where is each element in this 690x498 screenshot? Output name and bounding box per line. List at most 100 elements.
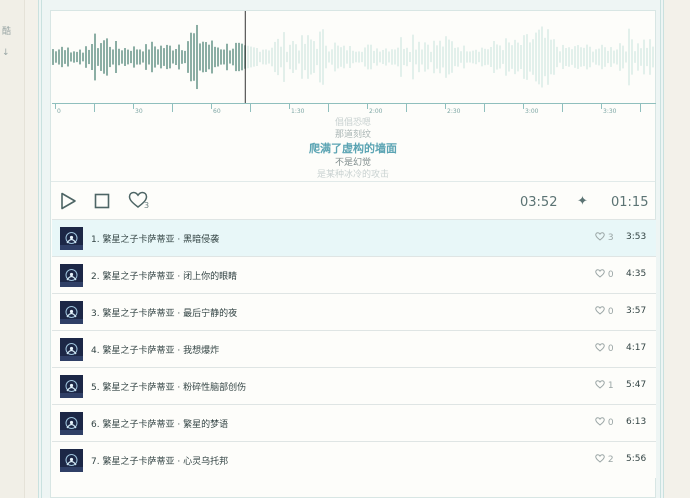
like-button[interactable]: 3 (128, 191, 150, 213)
stop-button[interactable] (93, 192, 111, 214)
track-likes[interactable]: 0 (595, 306, 614, 317)
heart-icon (595, 232, 605, 241)
track-title: 6. 繁星之子卡萨蒂亚 · 繁星的梦语 (91, 417, 228, 430)
sparkle-icon[interactable]: ✦ (577, 194, 588, 209)
ruler-minor-tick (406, 104, 407, 112)
ruler-tick-label: 2:00 (369, 108, 383, 115)
playlist-row[interactable]: 7. 繁星之子卡萨蒂亚 · 心灵乌托邦 2 5:56 (52, 441, 656, 478)
album-art-icon (60, 375, 83, 398)
track-artist: 繁星之子卡萨蒂亚 (102, 457, 175, 467)
track-duration: 4:17 (626, 343, 647, 353)
ruler-tick-label: 1:30 (291, 108, 305, 115)
track-index: 1. (91, 235, 100, 245)
ruler-tick (367, 104, 368, 109)
ruler-minor-tick (640, 104, 641, 112)
track-duration: 3:57 (626, 306, 647, 316)
track-name: 黑暗侵袭 (183, 235, 220, 245)
track-likes[interactable]: 1 (595, 380, 614, 391)
heart-icon (595, 269, 605, 278)
music-player-panel: 0 30 60 1:30 2:00 2:30 3:00 3:30 倡倡恐嗯 那道刻纹 爬满了虚… (50, 10, 656, 498)
track-name: 最后宁静的夜 (183, 309, 238, 319)
album-art-icon (60, 264, 83, 287)
play-button[interactable] (59, 192, 77, 214)
track-like-count: 1 (607, 381, 614, 391)
waveform[interactable] (52, 11, 656, 103)
track-artist: 繁星之子卡萨蒂亚 (102, 420, 175, 430)
ruler-tick (289, 104, 290, 109)
track-index: 3. (91, 309, 100, 319)
like-count: 3 (144, 201, 150, 210)
lyrics-panel: 倡倡恐嗯 那道刻纹 爬满了虚构的墙面 不是幻觉 是某种冰冷的攻击 (51, 117, 655, 181)
track-artist: 繁星之子卡萨蒂亚 (102, 272, 175, 282)
ruler-tick (133, 104, 134, 109)
ruler-tick-label: 3:00 (525, 108, 539, 115)
track-duration: 4:35 (626, 269, 647, 279)
track-name: 繁星的梦语 (183, 420, 229, 430)
playlist-row[interactable]: 5. 繁星之子卡萨蒂亚 · 粉碎性脑部创伤 1 5:47 (52, 367, 656, 404)
playlist-row[interactable]: 4. 繁星之子卡萨蒂亚 · 我想爆炸 0 4:17 (52, 330, 656, 367)
track-separator: · (177, 235, 181, 245)
ruler-tick-label: 60 (213, 108, 221, 115)
ruler-tick-label: 0 (57, 108, 61, 115)
lyric-line-current: 爬满了虚构的墙面 (309, 142, 397, 155)
album-cover (60, 227, 83, 250)
stop-icon (94, 193, 110, 209)
track-name: 闭上你的眼睛 (183, 272, 238, 282)
track-duration: 6:13 (626, 417, 647, 427)
playlist-row[interactable]: 2. 繁星之子卡萨蒂亚 · 闭上你的眼睛 0 4:35 (52, 256, 656, 293)
track-title: 5. 繁星之子卡萨蒂亚 · 粉碎性脑部创伤 (91, 380, 246, 393)
player-controls: 3 03:52 ✦ 01:15 (51, 181, 655, 224)
album-cover (60, 449, 83, 472)
track-likes[interactable]: 2 (595, 454, 614, 465)
playlist-row[interactable]: 3. 繁星之子卡萨蒂亚 · 最后宁静的夜 0 3:57 (52, 293, 656, 330)
track-artist: 繁星之子卡萨蒂亚 (102, 309, 175, 319)
ruler-minor-tick (484, 104, 485, 112)
track-likes[interactable]: 3 (595, 232, 614, 243)
track-separator: · (177, 383, 181, 393)
track-like-count: 0 (607, 344, 614, 354)
ruler-tick-label: 2:30 (447, 108, 461, 115)
heart-icon (595, 417, 605, 426)
heart-icon (595, 380, 605, 389)
track-likes[interactable]: 0 (595, 417, 614, 428)
track-separator: · (177, 309, 181, 319)
track-duration: 5:47 (626, 380, 647, 390)
album-cover (60, 264, 83, 287)
track-artist: 繁星之子卡萨蒂亚 (102, 235, 175, 245)
track-index: 6. (91, 420, 100, 430)
track-separator: · (177, 457, 181, 467)
track-index: 5. (91, 383, 100, 393)
current-time: 01:15 (611, 195, 649, 210)
heart-icon (595, 454, 605, 463)
play-icon (61, 192, 76, 210)
track-title: 1. 繁星之子卡萨蒂亚 · 黑暗侵袭 (91, 232, 219, 245)
track-name: 我想爆炸 (183, 346, 220, 356)
playlist-row[interactable]: 6. 繁星之子卡萨蒂亚 · 繁星的梦语 0 6:13 (52, 404, 656, 441)
album-cover (60, 375, 83, 398)
track-likes[interactable]: 0 (595, 343, 614, 354)
track-artist: 繁星之子卡萨蒂亚 (102, 346, 175, 356)
page-left-edge: 酷 ↓ (0, 0, 25, 498)
ruler-tick (601, 104, 602, 109)
track-artist: 繁星之子卡萨蒂亚 (102, 383, 175, 393)
track-title: 7. 繁星之子卡萨蒂亚 · 心灵乌托邦 (91, 454, 228, 467)
playlist: 1. 繁星之子卡萨蒂亚 · 黑暗侵袭 3 3:53 2. 繁星之子卡萨蒂亚 · 闭上… (52, 219, 656, 478)
lyric-line-4: 不是幻觉 (334, 158, 371, 168)
track-name: 心灵乌托邦 (183, 457, 229, 467)
playlist-row[interactable]: 1. 繁星之子卡萨蒂亚 · 黑暗侵袭 3 3:53 (52, 219, 656, 256)
track-separator: · (177, 272, 181, 282)
ruler-tick (445, 104, 446, 109)
track-title: 4. 繁星之子卡萨蒂亚 · 我想爆炸 (91, 343, 219, 356)
lyric-line-2: 那道刻纹 (334, 130, 371, 140)
ruler-tick-label: 3:30 (603, 108, 617, 115)
timeline-ruler[interactable]: 0 30 60 1:30 2:00 2:30 3:00 3:30 (52, 103, 656, 118)
ruler-minor-tick (328, 104, 329, 112)
album-art-icon (60, 449, 83, 472)
track-separator: · (177, 346, 181, 356)
album-art-icon (60, 227, 83, 250)
heart-icon (595, 343, 605, 352)
ruler-tick-label: 30 (135, 108, 143, 115)
track-index: 7. (91, 457, 100, 467)
track-likes[interactable]: 0 (595, 269, 614, 280)
ruler-minor-tick (172, 104, 173, 112)
